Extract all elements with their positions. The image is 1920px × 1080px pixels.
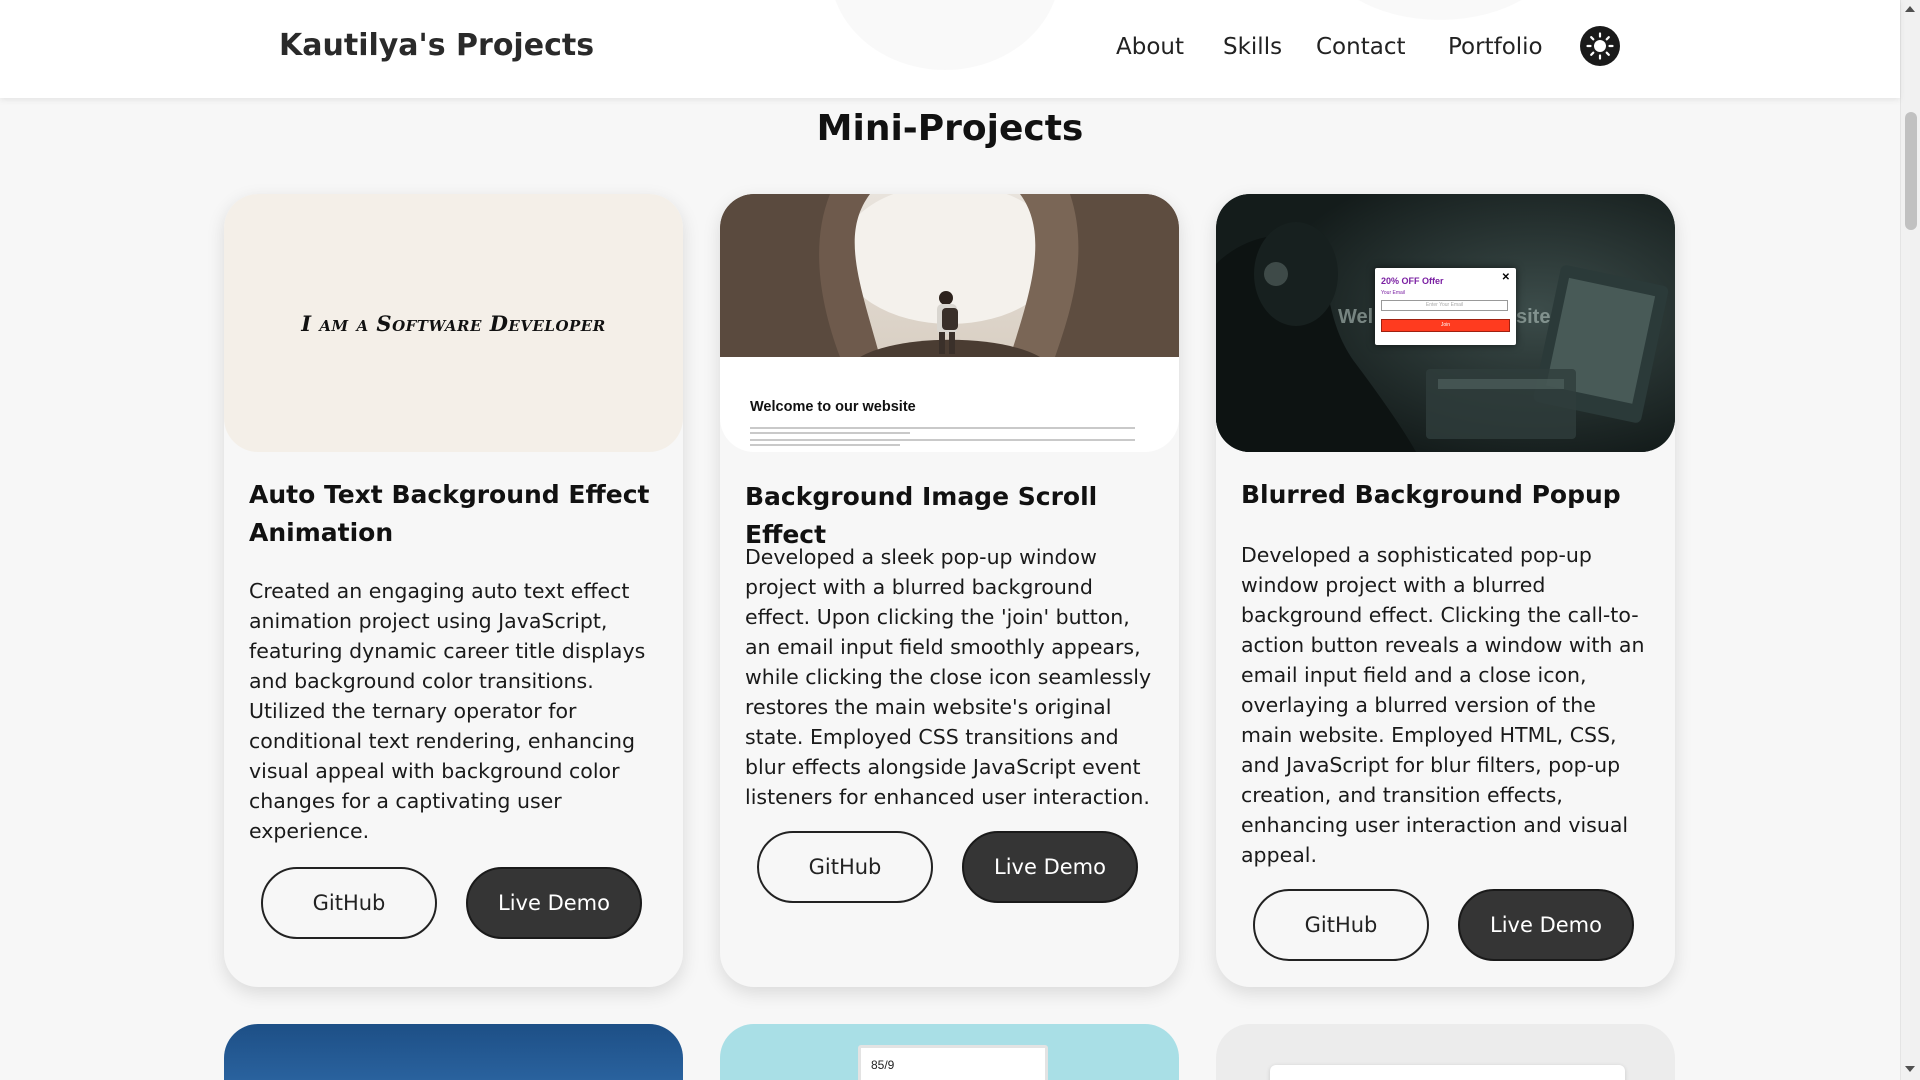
- github-button[interactable]: GitHub: [261, 867, 437, 939]
- mockup-text-line: [750, 427, 1135, 429]
- popup-join-button: Join: [1381, 319, 1510, 332]
- nav-portfolio[interactable]: Portfolio: [1448, 34, 1543, 60]
- mockup-text-line: [750, 439, 1135, 441]
- project-card: Welcome to our website Background Image …: [720, 194, 1179, 987]
- calculator-value: 85/9: [871, 1058, 895, 1072]
- github-button[interactable]: GitHub: [757, 831, 933, 903]
- nav-about[interactable]: About: [1116, 34, 1184, 60]
- popup-email-label: Your Email: [1381, 290, 1405, 296]
- popup-mockup: 20% OFF Offer ✕ Your Email Enter Your Em…: [1375, 268, 1516, 345]
- website-mockup: Welcome to our website: [720, 357, 1179, 452]
- header-decoration: [1320, 0, 1560, 20]
- scrollbar-thumb[interactable]: [1905, 112, 1917, 230]
- project-card-thumbnail: 85/9: [720, 1024, 1179, 1080]
- project-card: I am a Software Developer Auto Text Back…: [224, 194, 683, 987]
- page: Kautilya's Projects About Skills Contact…: [0, 0, 1920, 1080]
- section-title: Mini-Projects: [816, 108, 1084, 149]
- scroll-up-arrow-icon[interactable]: [1905, 6, 1915, 12]
- popup-email-input: Enter Your Email: [1381, 300, 1508, 311]
- popup-title: 20% OFF Offer: [1381, 276, 1444, 286]
- header-decoration: [830, 0, 1060, 70]
- project-thumbnail: Wel site 20% OFF Offer ✕ Your Email Ente…: [1216, 194, 1675, 452]
- github-button[interactable]: GitHub: [1253, 889, 1429, 961]
- project-description: Developed a sophisticated pop-up window …: [1241, 543, 1645, 867]
- project-description: Developed a sleek pop-up window project …: [745, 545, 1152, 809]
- live-demo-button[interactable]: Live Demo: [466, 867, 642, 939]
- vertical-scrollbar[interactable]: [1900, 0, 1920, 1080]
- project-card: Wel site 20% OFF Offer ✕ Your Email Ente…: [1216, 194, 1675, 987]
- project-title: Auto Text Background Effect Animation: [249, 480, 650, 547]
- mockup-text-line: [750, 432, 910, 434]
- project-card-thumbnail: [224, 1024, 683, 1080]
- sky-photo: [224, 1024, 683, 1080]
- nav-skills[interactable]: Skills: [1223, 34, 1282, 60]
- live-demo-button[interactable]: Live Demo: [962, 831, 1138, 903]
- mockup-panel: [1270, 1065, 1625, 1080]
- blurred-heading-left: Wel: [1338, 306, 1374, 328]
- calculator-display: 85/9: [858, 1045, 1048, 1080]
- mockup-text-line: [750, 444, 900, 446]
- live-demo-button[interactable]: Live Demo: [1458, 889, 1634, 961]
- canyon-photo: [720, 194, 1179, 357]
- mockup-title: Welcome to our website: [750, 399, 916, 415]
- project-thumbnail: I am a Software Developer: [224, 194, 683, 452]
- project-title: Blurred Background Popup: [1241, 480, 1621, 509]
- theme-toggle-button[interactable]: [1580, 26, 1620, 66]
- project-description: Created an engaging auto text effect ani…: [249, 579, 646, 843]
- brand-logo[interactable]: Kautilya's Projects: [279, 28, 594, 63]
- blurred-heading-right: site: [1516, 306, 1551, 328]
- close-icon: ✕: [1501, 272, 1510, 283]
- nav-contact[interactable]: Contact: [1316, 34, 1405, 60]
- thumbnail-text: I am a Software Developer: [301, 310, 606, 336]
- project-card-thumbnail: [1216, 1024, 1675, 1080]
- site-header: Kautilya's Projects About Skills Contact…: [0, 0, 1900, 98]
- sun-icon: [1586, 32, 1614, 60]
- scroll-down-arrow-icon[interactable]: [1905, 1066, 1915, 1072]
- project-thumbnail: Welcome to our website: [720, 194, 1179, 452]
